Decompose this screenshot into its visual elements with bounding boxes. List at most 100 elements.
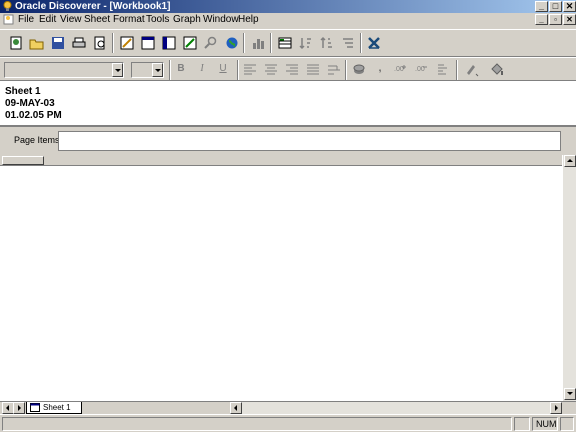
doc-close-button[interactable]: ✕ xyxy=(563,14,576,25)
text-color-button[interactable] xyxy=(461,59,481,79)
graph-button[interactable] xyxy=(248,33,268,53)
justify-icon xyxy=(307,64,319,75)
save-button[interactable] xyxy=(48,33,68,53)
edit-sheet-button[interactable] xyxy=(117,33,137,53)
menu-format[interactable]: Format xyxy=(113,13,145,27)
close-button[interactable]: ✕ xyxy=(563,1,576,12)
page-items-bar: Page Items: xyxy=(0,127,576,155)
table-icon xyxy=(162,36,176,50)
globe-icon xyxy=(226,37,238,49)
number-format-button[interactable] xyxy=(433,59,453,79)
toolbar-separator xyxy=(456,60,458,80)
scroll-up-button[interactable] xyxy=(564,155,576,167)
underline-button[interactable]: U xyxy=(213,59,233,79)
print-preview-button[interactable] xyxy=(90,33,110,53)
worksheet-area[interactable] xyxy=(0,166,562,401)
toolbar-separator xyxy=(112,33,114,53)
sort-options-button[interactable] xyxy=(275,33,295,53)
page-items-label: Page Items: xyxy=(14,135,63,145)
drill-button[interactable] xyxy=(364,33,384,53)
printer-icon xyxy=(72,37,86,48)
scroll-right-button[interactable] xyxy=(550,402,562,414)
menu-help[interactable]: Help xyxy=(238,13,259,27)
sort-descending-icon xyxy=(320,36,332,48)
magnifier-icon xyxy=(204,36,217,49)
tab-scroll-right-button[interactable] xyxy=(13,402,25,414)
page-items-drop-area[interactable] xyxy=(58,131,561,151)
bold-button[interactable]: B xyxy=(171,59,191,79)
status-panel-blank xyxy=(514,417,530,431)
toolbar-separator xyxy=(243,33,245,53)
menu-edit[interactable]: Edit xyxy=(39,13,56,27)
vertical-scrollbar[interactable] xyxy=(562,155,576,401)
italic-button[interactable]: I xyxy=(192,59,212,79)
sheet-layout-button[interactable] xyxy=(138,33,158,53)
font-combo[interactable] xyxy=(4,62,124,78)
paintbrush-icon xyxy=(467,65,479,77)
sort-list-icon xyxy=(343,38,353,48)
window-title: Oracle Discoverer - [Workbook1] xyxy=(15,1,171,12)
doc-minimize-button[interactable]: _ xyxy=(535,14,548,25)
sheet-tab-icon xyxy=(30,403,40,412)
size-grip[interactable] xyxy=(560,417,574,431)
horizontal-scrollbar[interactable] xyxy=(230,402,562,414)
increase-decimal-button[interactable]: .00 xyxy=(391,59,411,79)
align-center-button[interactable] xyxy=(261,59,281,79)
web-export-button[interactable] xyxy=(222,33,242,53)
currency-button[interactable] xyxy=(349,59,369,79)
align-right-icon xyxy=(286,64,298,75)
open-folder-icon xyxy=(29,39,44,50)
menu-graph[interactable]: Graph xyxy=(173,13,201,27)
menu-view[interactable]: View xyxy=(60,13,82,27)
column-header-cell[interactable] xyxy=(2,156,44,165)
bar-chart-icon xyxy=(253,39,264,49)
menu-window[interactable]: Window xyxy=(203,13,239,27)
font-dropdown-arrow[interactable] xyxy=(112,63,123,77)
fill-color-button[interactable] xyxy=(487,59,507,79)
comma-style-button[interactable]: , xyxy=(370,59,390,79)
open-button[interactable] xyxy=(27,33,47,53)
workbook-doc-icon[interactable] xyxy=(3,14,14,25)
sheet-tab-label: Sheet 1 xyxy=(43,403,71,412)
menu-bar: File Edit View Sheet Format Tools Graph … xyxy=(0,13,576,27)
wrap-text-icon xyxy=(328,65,340,75)
crosstab-layout-button[interactable] xyxy=(180,33,200,53)
table-layout-button[interactable] xyxy=(159,33,179,53)
title-bar: Oracle Discoverer - [Workbook1] _ □ ✕ xyxy=(0,0,576,13)
maximize-button[interactable]: □ xyxy=(549,1,562,12)
scroll-left-button[interactable] xyxy=(230,402,242,414)
sheet-tab[interactable]: Sheet 1 xyxy=(26,402,82,414)
font-size-combo[interactable] xyxy=(131,62,164,78)
sort-descending-button[interactable] xyxy=(317,33,337,53)
wrap-text-button[interactable] xyxy=(324,59,344,79)
layout-icon xyxy=(141,36,155,50)
menu-sheet[interactable]: Sheet xyxy=(84,13,110,27)
align-left-button[interactable] xyxy=(240,59,260,79)
toolbar-separator xyxy=(345,60,347,80)
toolbar-separator xyxy=(237,60,239,80)
minimize-button[interactable]: _ xyxy=(535,1,548,12)
size-dropdown-arrow[interactable] xyxy=(152,63,163,77)
oracle-app-icon xyxy=(3,1,12,11)
decrease-decimal-button[interactable]: .00 xyxy=(412,59,432,79)
standard-toolbar xyxy=(0,29,576,57)
menu-file[interactable]: File xyxy=(18,13,34,27)
coins-icon xyxy=(353,64,365,74)
new-workbook-button[interactable] xyxy=(6,33,26,53)
menu-tools[interactable]: Tools xyxy=(146,13,169,27)
print-button[interactable] xyxy=(69,33,89,53)
print-preview-icon xyxy=(94,36,105,50)
sort-ascending-button[interactable] xyxy=(296,33,316,53)
toolbar-separator xyxy=(270,33,272,53)
edit-sheet-icon xyxy=(120,36,134,50)
sort-list-button[interactable] xyxy=(338,33,358,53)
align-left-icon xyxy=(244,64,256,75)
paint-bucket-icon xyxy=(491,63,503,75)
doc-restore-button[interactable]: ▫ xyxy=(549,14,562,25)
find-button[interactable] xyxy=(201,33,221,53)
status-bar: NUM xyxy=(0,414,576,432)
align-right-button[interactable] xyxy=(282,59,302,79)
justify-button[interactable] xyxy=(303,59,323,79)
scroll-down-button[interactable] xyxy=(564,388,576,400)
align-center-icon xyxy=(265,64,277,75)
